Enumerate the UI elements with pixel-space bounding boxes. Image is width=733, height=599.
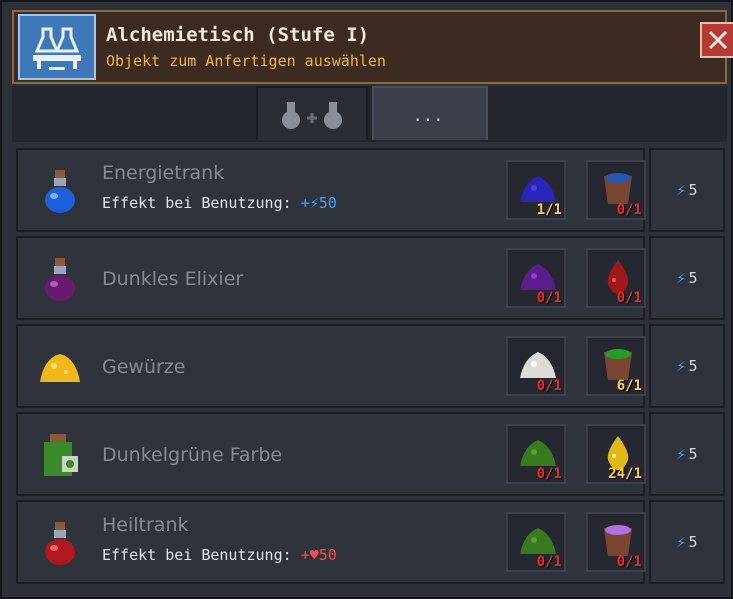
ingredient-qty: 6/1 — [616, 378, 642, 394]
item-name: Gewürze — [102, 356, 186, 378]
recipe-list: Energietrank Effekt bei Benutzung: +⚡50 … — [12, 144, 727, 595]
alchemy-table-icon — [18, 14, 96, 80]
item-effect: Effekt bei Benutzung: +♥50 — [102, 546, 337, 564]
crafting-window: Alchemietisch (Stufe I) Objekt zum Anfer… — [0, 0, 733, 599]
item-effect: Effekt bei Benutzung: +⚡50 — [102, 194, 337, 212]
tab-more[interactable]: ... — [372, 86, 488, 140]
energy-cost-value: 5 — [688, 181, 698, 199]
ingredient-slot[interactable]: 0/1 — [506, 424, 566, 484]
potion-craft-icon — [282, 102, 342, 129]
ingredient-qty: 0/1 — [536, 466, 562, 482]
recipe-row[interactable]: Dunkles Elixier 0/1 0/1 — [16, 236, 646, 320]
energy-icon: ⚡ — [676, 533, 686, 551]
ingredient-slot[interactable]: 24/1 — [586, 424, 646, 484]
tab-craft[interactable] — [256, 86, 368, 140]
energy-cost-value: 5 — [688, 269, 698, 287]
ingredient-slot[interactable]: 0/1 — [506, 336, 566, 396]
ingredient-qty: 0/1 — [616, 290, 642, 306]
energy-cost: ⚡ 5 — [649, 500, 725, 584]
ingredient-slot[interactable]: 0/1 — [586, 512, 646, 572]
ingredient-qty: 0/1 — [536, 290, 562, 306]
purple-potion-icon — [38, 256, 82, 304]
ingredient-qty: 0/1 — [616, 202, 642, 218]
red-potion-icon — [38, 520, 82, 568]
energy-cost-value: 5 — [688, 445, 698, 463]
green-dye-jar-icon — [38, 432, 82, 480]
effect-value: +⚡50 — [300, 194, 337, 212]
recipe-row[interactable]: Dunkelgrüne Farbe 0/1 24/1 — [16, 412, 646, 496]
energy-cost: ⚡ 5 — [649, 324, 725, 408]
ingredient-qty: 1/1 — [536, 202, 562, 218]
ingredient-slot[interactable]: 0/1 — [506, 512, 566, 572]
ingredient-qty: 0/1 — [616, 554, 642, 570]
window-header: Alchemietisch (Stufe I) Objekt zum Anfer… — [12, 10, 733, 84]
spice-pile-icon — [38, 344, 82, 392]
item-name: Dunkelgrüne Farbe — [102, 444, 283, 466]
item-name: Heiltrank — [102, 514, 189, 536]
recipe-row[interactable]: Gewürze 0/1 6/1 — [16, 324, 646, 408]
close-icon — [708, 30, 728, 50]
item-name: Energietrank — [102, 162, 225, 184]
window-title: Alchemietisch (Stufe I) — [106, 24, 370, 46]
energy-icon: ⚡ — [676, 181, 686, 199]
ingredient-slot[interactable]: 0/1 — [586, 160, 646, 220]
ingredient-qty: 0/1 — [536, 378, 562, 394]
effect-label: Effekt bei Benutzung: — [102, 194, 292, 212]
tab-bar: ... — [12, 86, 727, 142]
recipe-row[interactable]: Energietrank Effekt bei Benutzung: +⚡50 … — [16, 148, 646, 232]
recipe-row[interactable]: Heiltrank Effekt bei Benutzung: +♥50 0/1… — [16, 500, 646, 584]
item-name: Dunkles Elixier — [102, 268, 244, 290]
energy-cost-value: 5 — [688, 533, 698, 551]
close-button[interactable] — [700, 22, 733, 58]
ingredient-qty: 24/1 — [608, 466, 642, 482]
window-subtitle: Objekt zum Anfertigen auswählen — [106, 52, 386, 70]
ingredient-slot[interactable]: 1/1 — [506, 160, 566, 220]
effect-value: +♥50 — [300, 546, 337, 564]
more-tab-label: ... — [414, 102, 446, 126]
energy-icon: ⚡ — [676, 269, 686, 287]
blue-potion-icon — [38, 168, 82, 216]
ingredient-qty: 0/1 — [536, 554, 562, 570]
ingredient-slot[interactable]: 0/1 — [506, 248, 566, 308]
energy-icon: ⚡ — [676, 445, 686, 463]
ingredient-slot[interactable]: 0/1 — [586, 248, 646, 308]
energy-cost-value: 5 — [688, 357, 698, 375]
energy-cost: ⚡ 5 — [649, 236, 725, 320]
energy-icon: ⚡ — [676, 357, 686, 375]
ingredient-slot[interactable]: 6/1 — [586, 336, 646, 396]
effect-label: Effekt bei Benutzung: — [102, 546, 292, 564]
energy-cost: ⚡ 5 — [649, 148, 725, 232]
energy-cost: ⚡ 5 — [649, 412, 725, 496]
